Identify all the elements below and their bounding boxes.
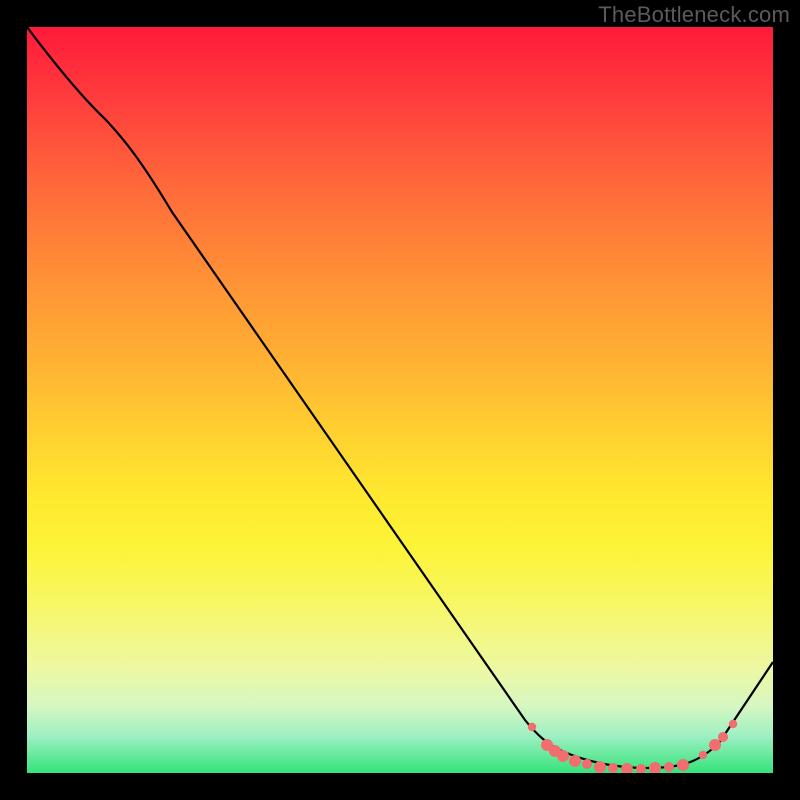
curve-layer (27, 27, 773, 773)
data-markers (528, 720, 737, 773)
attribution-label: TheBottleneck.com (598, 2, 790, 28)
chart-container: TheBottleneck.com (0, 0, 800, 800)
bottleneck-curve (27, 27, 773, 768)
plot-area (27, 27, 773, 773)
